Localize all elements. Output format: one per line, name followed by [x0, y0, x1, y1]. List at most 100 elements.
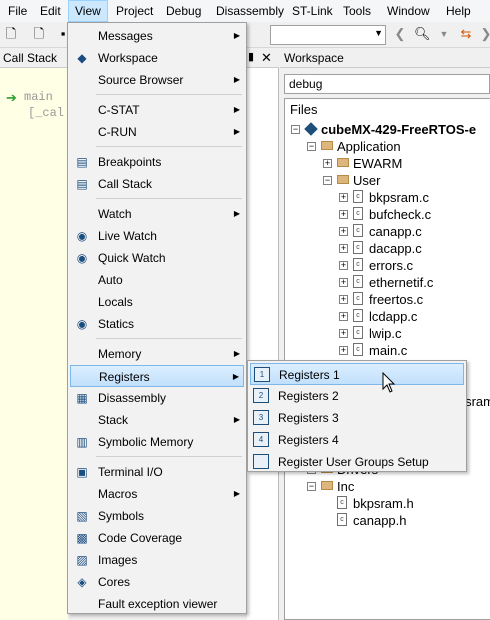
view-menu-item-live-watch[interactable]: ◉ Live Watch: [70, 225, 244, 247]
view-menu-item-symbols[interactable]: ▧ Symbols: [70, 505, 244, 527]
view-menu-item-label: Terminal I/O: [98, 465, 163, 479]
view-menu-item-quick-watch[interactable]: ◉ Quick Watch: [70, 247, 244, 269]
search-icon[interactable]: 🔍︎: [414, 26, 431, 42]
view-menu-item-label: C-STAT: [98, 103, 140, 117]
menu-view[interactable]: View: [68, 0, 108, 22]
expand-icon[interactable]: +: [339, 261, 348, 270]
menu-file[interactable]: File: [2, 0, 33, 22]
folder-icon: [321, 141, 333, 150]
tree-item[interactable]: + c dacapp.c: [285, 240, 490, 257]
view-menu-item-breakpoints[interactable]: ▤ Breakpoints: [70, 151, 244, 173]
tree-item[interactable]: + c errors.c: [285, 257, 490, 274]
new-file-icon[interactable]: 🗋: [3, 26, 19, 42]
expand-icon[interactable]: +: [339, 278, 348, 287]
pin-icon[interactable]: ▮: [248, 50, 254, 63]
tree-item[interactable]: c bkpsram.h: [285, 495, 490, 512]
menu-debug[interactable]: Debug: [160, 0, 207, 22]
view-menu-item-symbolic-memory[interactable]: ▥ Symbolic Memory: [70, 431, 244, 453]
view-menu-item-macros[interactable]: Macros ▶: [70, 483, 244, 505]
tree-item[interactable]: − Application: [285, 138, 490, 155]
expand-icon[interactable]: +: [339, 244, 348, 253]
registers-menu-item-5[interactable]: Register User Groups Setup: [250, 451, 464, 473]
expand-icon[interactable]: +: [339, 329, 348, 338]
tree-item[interactable]: + c main.c: [285, 342, 490, 359]
tree-item[interactable]: − cubeMX-429-FreeRTOS-e: [285, 121, 490, 138]
view-menu-item-label: Source Browser: [98, 73, 184, 87]
menu-window[interactable]: Window: [381, 0, 436, 22]
registers-menu-item-1[interactable]: 1 Registers 1: [250, 363, 464, 385]
tree-item[interactable]: + EWARM: [285, 155, 490, 172]
folder-icon: [337, 175, 349, 184]
view-menu-item-c-run[interactable]: C-RUN ▶: [70, 121, 244, 143]
expand-icon[interactable]: +: [339, 193, 348, 202]
expand-icon[interactable]: +: [339, 295, 348, 304]
view-menu-item-auto[interactable]: Auto: [70, 269, 244, 291]
view-menu-item-cores[interactable]: ◈ Cores: [70, 571, 244, 593]
view-menu-item-label: Code Coverage: [98, 531, 183, 545]
forward-arrow-icon[interactable]: ❯: [478, 26, 490, 42]
callstack-line[interactable]: main: [24, 90, 53, 104]
view-menu-item-fault-exception-viewer[interactable]: Fault exception viewer: [70, 593, 244, 615]
view-menu-item-watch[interactable]: Watch ▶: [70, 203, 244, 225]
view-menu-item-terminal-i-o[interactable]: ▣ Terminal I/O: [70, 461, 244, 483]
tree-item[interactable]: + c lwip.c: [285, 325, 490, 342]
menu-project[interactable]: Project: [110, 0, 159, 22]
menu-disassembly[interactable]: Disassembly: [210, 0, 290, 22]
tree-item[interactable]: + c lcdapp.c: [285, 308, 490, 325]
view-menu-item-images[interactable]: ▨ Images: [70, 549, 244, 571]
back-arrow-icon[interactable]: ❮: [392, 26, 408, 42]
view-menu-item-label: Macros: [98, 487, 138, 501]
collapse-icon[interactable]: −: [323, 176, 332, 185]
tree-item[interactable]: + c canapp.c: [285, 223, 490, 240]
expand-icon[interactable]: +: [339, 210, 348, 219]
tree-item[interactable]: + c bkpsram.c: [285, 189, 490, 206]
dropdown-icon[interactable]: ▼: [436, 26, 452, 42]
close-icon[interactable]: ✕: [261, 50, 272, 66]
tree-item[interactable]: c canapp.h: [285, 512, 490, 529]
expand-icon[interactable]: +: [323, 159, 332, 168]
tree-item[interactable]: + c freertos.c: [285, 291, 490, 308]
expand-icon[interactable]: +: [339, 227, 348, 236]
new-document-icon[interactable]: 🗋: [31, 26, 47, 42]
tree-item[interactable]: − Inc: [285, 478, 490, 495]
tree-item[interactable]: + c bufcheck.c: [285, 206, 490, 223]
view-menu-item-call-stack[interactable]: ▤ Call Stack: [70, 173, 244, 195]
jump-icon[interactable]: ⇆: [458, 26, 474, 42]
menu-help[interactable]: Help: [440, 0, 477, 22]
menu-tools[interactable]: Tools: [337, 0, 377, 22]
view-menu-item-workspace[interactable]: ◆ Workspace: [70, 47, 244, 69]
view-menu-item-stack[interactable]: Stack ▶: [70, 409, 244, 431]
registers-menu-item-2[interactable]: 2 Registers 2: [250, 385, 464, 407]
tree-item-label: bufcheck.c: [369, 207, 432, 222]
callstack-header: Call Stack: [0, 48, 68, 68]
callstack-line[interactable]: [_cal: [28, 106, 64, 120]
collapse-icon[interactable]: −: [307, 482, 316, 491]
view-menu-item-disassembly[interactable]: ▦ Disassembly: [70, 387, 244, 409]
tree-item[interactable]: + c ethernetif.c: [285, 274, 490, 291]
menu-st-link[interactable]: ST-Link: [286, 0, 339, 22]
menu-edit[interactable]: Edit: [34, 0, 67, 22]
registers-menu-item-4[interactable]: 4 Registers 4: [250, 429, 464, 451]
toolbar-combo[interactable]: ▼: [270, 25, 386, 45]
collapse-icon[interactable]: −: [291, 125, 300, 134]
file-icon: c: [353, 326, 363, 339]
view-menu-item-registers[interactable]: Registers ▶: [70, 365, 244, 387]
expand-icon[interactable]: +: [339, 346, 348, 355]
tree-item[interactable]: − User: [285, 172, 490, 189]
expand-icon[interactable]: +: [339, 312, 348, 321]
menu-separator: [96, 338, 242, 339]
tree-item-label: User: [353, 173, 381, 188]
file-icon: c: [337, 513, 347, 526]
view-menu-item-c-stat[interactable]: C-STAT ▶: [70, 99, 244, 121]
view-menu-item-source-browser[interactable]: Source Browser ▶: [70, 69, 244, 91]
collapse-icon[interactable]: −: [307, 142, 316, 151]
configuration-select[interactable]: debug: [284, 74, 490, 94]
view-menu-item-messages[interactable]: Messages ▶: [70, 25, 244, 47]
view-menu-item-locals[interactable]: Locals: [70, 291, 244, 313]
view-menu-item-memory[interactable]: Memory ▶: [70, 343, 244, 365]
view-menu-item-label: Disassembly: [98, 391, 167, 405]
registers-menu-item-3[interactable]: 3 Registers 3: [250, 407, 464, 429]
submenu-arrow-icon: ▶: [233, 127, 240, 136]
view-menu-item-statics[interactable]: ◉ Statics: [70, 313, 244, 335]
view-menu-item-code-coverage[interactable]: ▩ Code Coverage: [70, 527, 244, 549]
